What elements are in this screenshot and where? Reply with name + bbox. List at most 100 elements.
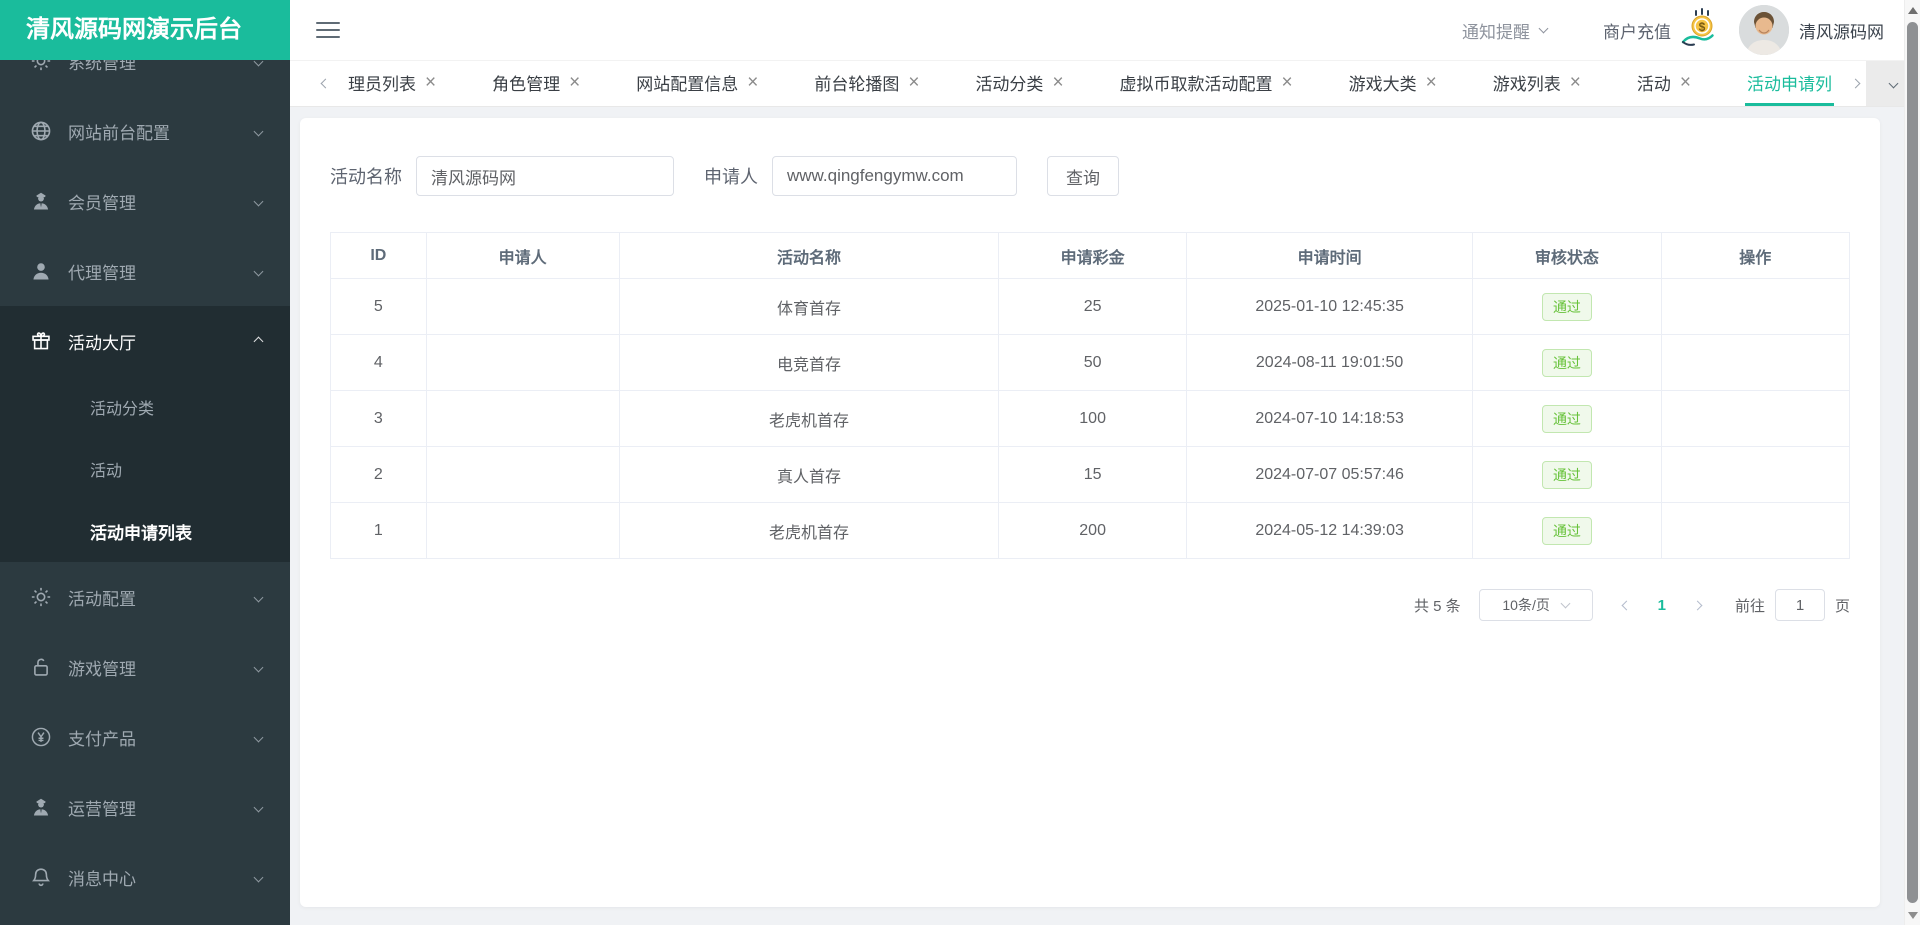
column-header-审核状态: 审核状态 (1473, 233, 1661, 279)
sidebar-item-label: 代理管理 (68, 259, 136, 284)
yen-icon (30, 726, 52, 748)
gear-icon (30, 586, 52, 608)
tab-游戏大类[interactable]: 游戏大类 (1347, 61, 1439, 106)
status-badge: 通过 (1542, 517, 1592, 545)
sidebar-item-网站前台配置[interactable]: 网站前台配置 (0, 96, 290, 166)
search-button[interactable]: 查询 (1047, 156, 1119, 196)
chevron-down-icon (1888, 79, 1898, 89)
merchant-recharge-button[interactable]: 商户充值 $ (1603, 7, 1723, 54)
tab-label: 角色管理 (492, 70, 560, 95)
sidebar-item-代理管理[interactable]: 代理管理 (0, 236, 290, 306)
tab-close-icon[interactable] (747, 73, 758, 92)
prev-page-button[interactable] (1617, 602, 1636, 609)
chevron-up-icon (254, 336, 264, 346)
sidebar-item-活动配置[interactable]: 活动配置 (0, 562, 290, 632)
avatar[interactable] (1739, 5, 1789, 55)
cell-申请彩金: 100 (999, 391, 1187, 447)
cell-审核状态: 通过 (1473, 503, 1661, 559)
status-badge: 通过 (1542, 405, 1592, 433)
cell-申请彩金: 25 (999, 279, 1187, 335)
tab-活动申请列[interactable]: 活动申请列 (1745, 61, 1834, 106)
scrollbar-thumb[interactable] (1907, 22, 1918, 903)
tab-label: 虚拟币取款活动配置 (1120, 70, 1273, 95)
app-window: 清风源码网演示后台 系统管理网站前台配置会员管理代理管理活动大厅活动分类活动活动… (0, 0, 1920, 925)
sidebar: 清风源码网演示后台 系统管理网站前台配置会员管理代理管理活动大厅活动分类活动活动… (0, 0, 290, 925)
tab-角色管理[interactable]: 角色管理 (490, 61, 582, 106)
sidebar-item-label: 运营管理 (68, 795, 136, 820)
tab-前台轮播图[interactable]: 前台轮播图 (812, 61, 921, 106)
sidebar-item-游戏管理[interactable]: 游戏管理 (0, 632, 290, 702)
tab-close-icon[interactable] (1282, 73, 1293, 92)
tab-close-icon[interactable] (908, 73, 919, 92)
sidebar-item-label: 消息中心 (68, 865, 136, 890)
notice-dropdown[interactable]: 通知提醒 (1462, 18, 1547, 43)
cell-活动名称: 老虎机首存 (619, 503, 999, 559)
tab-游戏列表[interactable]: 游戏列表 (1491, 61, 1583, 106)
tab-close-icon[interactable] (425, 73, 436, 92)
activity-name-label: 活动名称 (330, 163, 402, 189)
cell-申请人 (426, 391, 619, 447)
chevron-down-icon (254, 872, 264, 882)
cell-审核状态: 通过 (1473, 335, 1661, 391)
tab-label: 游戏列表 (1493, 70, 1561, 95)
applicant-input[interactable] (772, 156, 1017, 196)
sidebar-subitem-活动分类[interactable]: 活动分类 (0, 376, 290, 438)
sidebar-subitem-活动申请列表[interactable]: 活动申请列表 (0, 500, 290, 562)
tab-活动分类[interactable]: 活动分类 (973, 61, 1065, 106)
cell-申请人 (426, 335, 619, 391)
scroll-up-arrow[interactable] (1908, 7, 1918, 14)
page-size-select[interactable]: 10条/页 (1479, 589, 1593, 621)
content-area: 活动名称 申请人 查询 ID申请人活动名称申请彩金申请时间审核状态操作 5体育首… (290, 107, 1920, 925)
hamburger-menu-icon[interactable] (316, 22, 340, 38)
tab-close-icon[interactable] (1680, 73, 1691, 92)
member-icon (30, 190, 52, 212)
cell-申请时间: 2025-01-10 12:45:35 (1186, 279, 1472, 335)
tab-活动[interactable]: 活动 (1635, 61, 1693, 106)
tab-close-icon[interactable] (1426, 73, 1437, 92)
sidebar-item-支付产品[interactable]: 支付产品 (0, 702, 290, 772)
cell-申请人 (426, 503, 619, 559)
sidebar-item-label: 游戏管理 (68, 655, 136, 680)
cell-活动名称: 电竞首存 (619, 335, 999, 391)
cell-操作 (1661, 503, 1849, 559)
bell-icon (30, 866, 52, 888)
cell-活动名称: 体育首存 (619, 279, 999, 335)
sidebar-menu: 系统管理网站前台配置会员管理代理管理活动大厅活动分类活动活动申请列表活动配置游戏… (0, 26, 290, 912)
chevron-down-icon (254, 802, 264, 812)
tabs-scroll-left-button[interactable] (314, 61, 336, 106)
main-column: 通知提醒 商户充值 $ (290, 0, 1920, 925)
sidebar-item-运营管理[interactable]: 运营管理 (0, 772, 290, 842)
table-row: 1老虎机首存2002024-05-12 14:39:03通过 (331, 503, 1850, 559)
sidebar-item-活动大厅[interactable]: 活动大厅 (0, 306, 290, 376)
tab-label: 活动分类 (975, 70, 1043, 95)
column-header-申请人: 申请人 (426, 233, 619, 279)
sidebar-item-label: 会员管理 (68, 189, 136, 214)
goto-page-input[interactable] (1775, 589, 1825, 621)
tabs-scroll-right-button[interactable] (1844, 61, 1866, 106)
tab-虚拟币取款活动配置[interactable]: 虚拟币取款活动配置 (1118, 61, 1295, 106)
cell-ID: 2 (331, 447, 427, 503)
cell-申请彩金: 50 (999, 335, 1187, 391)
tab-理员列表[interactable]: 理员列表 (346, 61, 438, 106)
sidebar-item-会员管理[interactable]: 会员管理 (0, 166, 290, 236)
cell-ID: 1 (331, 503, 427, 559)
next-page-button[interactable] (1688, 602, 1707, 609)
tab-label: 活动 (1637, 70, 1671, 95)
tab-close-icon[interactable] (1052, 73, 1063, 92)
column-header-申请彩金: 申请彩金 (999, 233, 1187, 279)
tab-close-icon[interactable] (569, 73, 580, 92)
activity-name-input[interactable] (416, 156, 674, 196)
cell-申请时间: 2024-07-07 05:57:46 (1186, 447, 1472, 503)
content-card: 活动名称 申请人 查询 ID申请人活动名称申请彩金申请时间审核状态操作 5体育首… (300, 118, 1880, 907)
sidebar-subitem-活动[interactable]: 活动 (0, 438, 290, 500)
scroll-down-arrow[interactable] (1908, 912, 1918, 919)
total-count: 共 5 条 (1414, 595, 1461, 616)
cell-申请彩金: 200 (999, 503, 1187, 559)
scrollbar[interactable] (1904, 0, 1920, 925)
tab-网站配置信息[interactable]: 网站配置信息 (634, 61, 760, 106)
sidebar-item-消息中心[interactable]: 消息中心 (0, 842, 290, 912)
chevron-down-icon (1560, 599, 1570, 609)
tab-close-icon[interactable] (1570, 73, 1581, 92)
cell-审核状态: 通过 (1473, 391, 1661, 447)
current-page[interactable]: 1 (1658, 597, 1666, 614)
